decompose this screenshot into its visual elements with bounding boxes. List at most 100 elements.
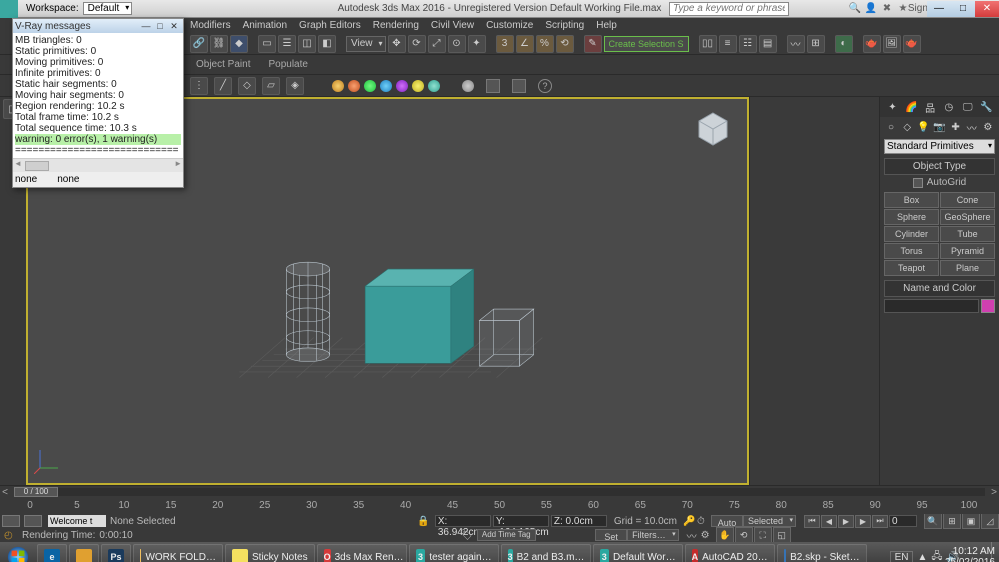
window-crossing-icon[interactable]: ◧: [318, 35, 336, 53]
named-selection-dropdown[interactable]: Create Selection S: [604, 36, 689, 52]
select-region-icon[interactable]: ◫: [298, 35, 316, 53]
orb-icon[interactable]: [412, 80, 424, 92]
angle-snap-icon[interactable]: ∠: [516, 35, 534, 53]
maximize-button[interactable]: □: [951, 1, 975, 17]
helpers-tab-icon[interactable]: ✚: [949, 120, 963, 134]
keymode-button[interactable]: [2, 515, 20, 527]
orb-icon[interactable]: [332, 80, 344, 92]
taskbar-item[interactable]: 3Default Wor…: [593, 544, 683, 562]
taskbar-item[interactable]: [69, 544, 99, 562]
slider-left-icon[interactable]: <: [0, 487, 10, 498]
utilities-tab-icon[interactable]: 🔧: [980, 100, 994, 114]
autogrid-checkbox[interactable]: [913, 178, 923, 188]
create-tab-icon[interactable]: ✦: [885, 100, 899, 114]
hierarchy-tab-icon[interactable]: 品: [923, 100, 937, 114]
autokey-icon[interactable]: 🔑: [683, 516, 697, 527]
minmax-icon[interactable]: ◱: [773, 527, 791, 543]
menu-modifiers[interactable]: Modifiers: [190, 20, 231, 31]
graphite-icon[interactable]: ▤: [759, 35, 777, 53]
poly-border-icon[interactable]: ◇: [238, 77, 256, 95]
poly-poly-icon[interactable]: ▱: [262, 77, 280, 95]
time-ruler[interactable]: 0510152025303540455055606570758085909510…: [0, 498, 999, 514]
menu-graph-editors[interactable]: Graph Editors: [299, 20, 361, 31]
poly-vertex-icon[interactable]: ⋮: [190, 77, 208, 95]
taskbar-item[interactable]: 3B2 and B3.m…: [501, 544, 591, 562]
bind-icon[interactable]: ◆: [230, 35, 248, 53]
shapes-tab-icon[interactable]: ◇: [900, 120, 914, 134]
time-slider-track[interactable]: 0 / 100: [14, 488, 985, 496]
render-prod-icon[interactable]: 🫖: [903, 35, 921, 53]
vray-maximize-button[interactable]: □: [153, 21, 167, 31]
align-icon[interactable]: ≡: [719, 35, 737, 53]
vray-titlebar[interactable]: V-Ray messages — □ ✕: [13, 19, 183, 33]
object-color-swatch[interactable]: [981, 299, 995, 313]
taskbar-item[interactable]: e: [37, 544, 67, 562]
systems-tab-icon[interactable]: ⚙: [981, 120, 995, 134]
autokey-button[interactable]: Auto: [711, 515, 743, 527]
display-tab-icon[interactable]: 🖵: [961, 100, 975, 114]
geometry-tab-icon[interactable]: ○: [884, 120, 898, 134]
timeconfig-icon[interactable]: ⏱: [697, 516, 711, 527]
taskbar-clock[interactable]: 10:12 AM 25/02/2016: [945, 546, 995, 562]
lock-icon[interactable]: 🔒: [417, 516, 429, 527]
ribbon-help-icon[interactable]: ?: [538, 79, 552, 93]
percent-snap-icon[interactable]: %: [536, 35, 554, 53]
zoom-icon[interactable]: 🔍: [924, 513, 942, 529]
name-color-rollout[interactable]: Name and Color: [884, 280, 995, 297]
menu-rendering[interactable]: Rendering: [373, 20, 419, 31]
coord-x-input[interactable]: X: 36.942cm: [435, 515, 491, 527]
ribbon-box2-icon[interactable]: [512, 79, 526, 93]
ribbon-populate[interactable]: Populate: [262, 59, 313, 70]
prim-geosphere-button[interactable]: GeoSphere: [940, 209, 995, 225]
select-icon[interactable]: ▭: [258, 35, 276, 53]
poly-element-icon[interactable]: ◈: [286, 77, 304, 95]
login-icon[interactable]: 👤: [865, 3, 877, 15]
minimize-button[interactable]: —: [927, 1, 951, 17]
spacewarps-tab-icon[interactable]: 〰: [965, 120, 979, 134]
vray-messages-window[interactable]: V-Ray messages — □ ✕ MB triangles: 0 Sta…: [12, 18, 184, 188]
prev-frame-icon[interactable]: ◀: [821, 515, 837, 528]
modify-tab-icon[interactable]: 🌈: [904, 100, 918, 114]
poly-edge-icon[interactable]: ╱: [214, 77, 232, 95]
prim-torus-button[interactable]: Torus: [884, 243, 939, 259]
pan-icon[interactable]: ✋: [716, 527, 734, 543]
ribbon-box-icon[interactable]: [486, 79, 500, 93]
keyword-search-input[interactable]: [669, 2, 789, 16]
object-name-input[interactable]: [884, 299, 979, 313]
schematic-icon[interactable]: ⊞: [807, 35, 825, 53]
motion-tab-icon[interactable]: ◷: [942, 100, 956, 114]
orb-icon[interactable]: [428, 80, 440, 92]
edit-named-sel-icon[interactable]: ✎: [584, 35, 602, 53]
keytangent-icon[interactable]: 〰: [687, 528, 697, 543]
menu-scripting[interactable]: Scripting: [545, 20, 584, 31]
maxscript-prompt[interactable]: Welcome t: [48, 515, 106, 527]
orb-icon[interactable]: [396, 80, 408, 92]
menu-animation[interactable]: Animation: [243, 20, 287, 31]
render-setup-icon[interactable]: 🫖: [863, 35, 881, 53]
cameras-tab-icon[interactable]: 📷: [932, 120, 946, 134]
lights-tab-icon[interactable]: 💡: [916, 120, 930, 134]
prim-cylinder-button[interactable]: Cylinder: [884, 226, 939, 242]
maximize-vp-icon[interactable]: ⛶: [754, 527, 772, 543]
add-time-tag-button[interactable]: Add Time Tag: [477, 529, 536, 541]
vray-minimize-button[interactable]: —: [139, 21, 153, 31]
prim-cone-button[interactable]: Cone: [940, 192, 995, 208]
orb-icon[interactable]: [348, 80, 360, 92]
time-slider-knob[interactable]: 0 / 100: [14, 487, 58, 497]
viewcube-icon[interactable]: [693, 109, 733, 149]
orb-icon[interactable]: [364, 80, 376, 92]
ref-coord-dropdown[interactable]: View: [346, 36, 386, 52]
next-frame-icon[interactable]: ▶: [855, 515, 871, 528]
curve-editor-icon[interactable]: 〰: [787, 35, 805, 53]
category-dropdown[interactable]: Standard Primitives: [884, 139, 995, 154]
show-desktop-button[interactable]: [991, 542, 999, 562]
time-tag-icon[interactable]: 🏷: [460, 530, 473, 541]
layer-icon[interactable]: ☷: [739, 35, 757, 53]
tray-network-icon[interactable]: 🖧: [931, 549, 942, 562]
search-icon[interactable]: 🔍: [849, 3, 861, 15]
taskbar-item[interactable]: Ps: [101, 544, 131, 562]
setkey-button[interactable]: Set K…: [595, 529, 627, 541]
current-frame-input[interactable]: 0: [889, 515, 917, 527]
link-icon[interactable]: 🔗: [190, 35, 208, 53]
spinner-snap-icon[interactable]: ⟲: [556, 35, 574, 53]
